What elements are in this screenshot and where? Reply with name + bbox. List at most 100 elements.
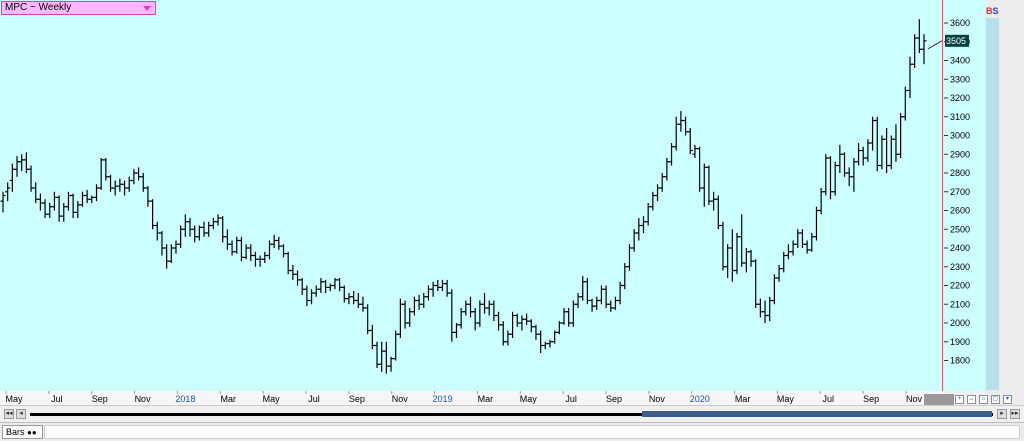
price-axis[interactable]: 1800 1900 2000 2100 2200 2300 2400 2500 2600 2700… [944,0,985,391]
y-tick-label: 3200 [950,93,970,103]
ohlc-bar [369,324,375,350]
ohlc-bar [453,323,459,338]
ohlc-bar [229,240,235,256]
ohlc-bar [832,161,838,196]
ohlc-bar [187,218,193,237]
bars-tab[interactable]: Bars ●● [2,425,43,439]
ohlc-bar [552,330,558,344]
ohlc-bar [785,244,791,260]
y-tick-label: 2400 [950,243,970,253]
ohlc-bar [505,330,511,346]
ohlc-bar [79,191,85,207]
ohlc-bar [47,203,53,218]
zoom-in-icon[interactable]: + [955,395,964,404]
ohlc-bar [416,294,422,310]
ohlc-bar [482,293,488,314]
ohlc-bar [397,298,403,338]
ohlc-bar [902,86,908,121]
ohlc-bar [874,116,880,172]
ohlc-bar [313,285,319,297]
scroll-thumb[interactable] [642,411,992,417]
ohlc-bar [94,184,100,202]
ohlc-bar [860,146,866,166]
fit-icon[interactable]: ↔ [967,395,976,404]
ohlc-bar [729,229,735,282]
ohlc-bar [734,233,740,275]
ohlc-bar [5,182,11,202]
home-icon[interactable]: ⌂ [979,395,988,404]
symbol-selector[interactable]: MPC ~ Weekly [1,1,156,15]
ohlc-bar [767,296,773,322]
y-tick-label: 2300 [950,262,970,272]
collapse-icon[interactable]: ▾ [1003,395,1012,404]
plot-area[interactable]: MPC ~ Weekly [0,0,943,391]
buy-sell-labels[interactable]: BS [986,6,999,18]
scroll-start-icon[interactable]: ◂◂ [4,409,14,419]
link-icon: ●● [27,428,37,437]
ohlc-bar [608,300,614,312]
ohlc-bar [720,221,726,271]
ohlc-bar [491,300,497,322]
ohlc-bar [458,308,464,329]
ohlc-bar [678,111,684,132]
ohlc-bar [743,248,749,273]
ohlc-bar [122,180,128,196]
ohlc-bar [514,313,520,327]
symbol-label: MPC ~ Weekly [5,2,72,13]
status-field [44,425,1020,439]
expand-icon[interactable]: ▢ [991,395,1000,404]
ohlc-bar [154,221,160,241]
ohlc-bar [145,186,151,207]
ohlc-bar [617,281,623,305]
scroll-right-icon[interactable]: ▸ [997,409,1007,419]
ohlc-bar [136,167,142,181]
ohlc-bar [411,296,417,316]
y-tick-label: 3600 [950,18,970,28]
ohlc-bar [795,229,801,248]
ohlc-bar [444,279,450,297]
ohlc-bar [524,313,530,325]
x-tick-label: Jul [823,394,835,404]
sell-label[interactable]: S [993,6,999,16]
dropdown-arrow-icon[interactable] [143,6,151,11]
ohlc-bar [888,135,894,170]
ohlc-bar [818,188,824,215]
ohlc-bar [594,296,600,310]
ohlc-bar [842,152,848,177]
chart-window: MPC ~ Weekly 1800 1900 2000 2100 2200 2300 240… [0,0,1024,441]
ohlc-bar [108,174,114,192]
ohlc-bar [103,158,109,181]
ohlc-bar [430,281,436,297]
ohlc-bar [664,158,670,181]
ohlc-bar [921,34,927,65]
y-tick-label: 1800 [950,356,970,366]
ohlc-bar [70,193,76,218]
scroll-end-icon[interactable]: ▸▸ [1010,409,1020,419]
ohlc-bar [126,176,132,192]
ohlc-bar [402,300,408,329]
ohlc-bar [776,264,782,282]
ohlc-bar [472,308,478,331]
x-tick-label: May [263,394,281,404]
ohlc-bar [421,293,427,308]
x-tick-label: Sep [349,394,365,404]
ohlc-bar [383,341,389,374]
ohlc-bar [224,229,230,250]
ohlc-bar [538,330,544,353]
ohlc-bar [271,234,277,248]
x-tick-label: 2019 [433,394,453,404]
x-tick-label: Mar [221,394,237,404]
ohlc-bar [323,279,329,293]
ohlc-bar [178,225,184,248]
ohlc-bar [210,218,216,230]
ohlc-bar [196,225,202,241]
scroll-bar[interactable]: ◂◂ ◂ ▸ ▸▸ [0,405,1024,421]
ohlc-bar [790,240,796,256]
ohlc-bar [846,167,852,187]
ohlc-bar [290,264,296,280]
scroll-left-icon[interactable]: ◂ [16,409,26,419]
y-tick-label: 3000 [950,131,970,141]
ohlc-bar [916,19,922,53]
ohlc-bar [327,283,333,292]
ohlc-bar [425,285,431,301]
